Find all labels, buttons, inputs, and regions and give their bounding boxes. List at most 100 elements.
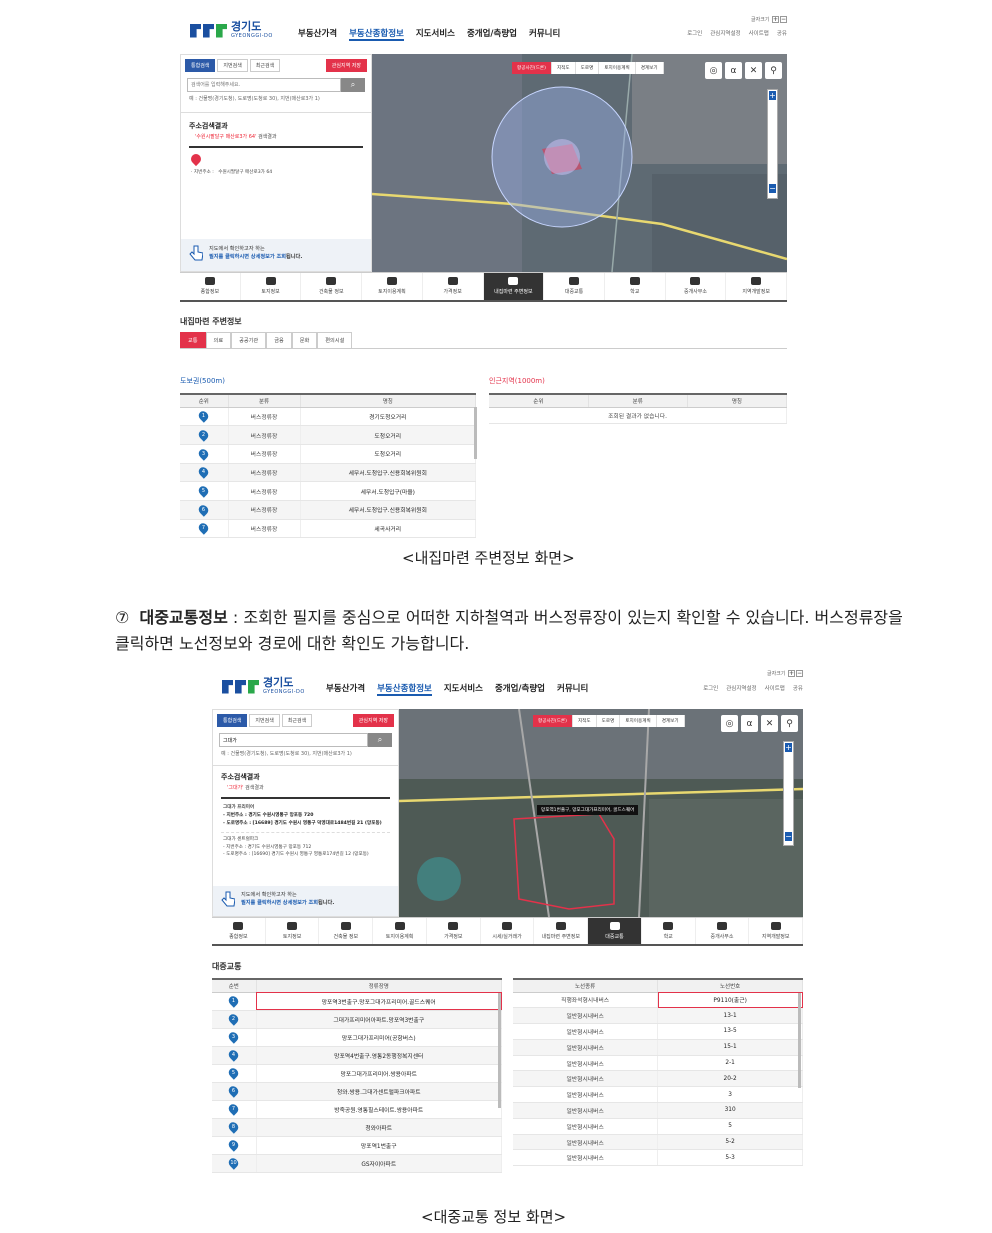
save-favorite-button[interactable]: 관심지역 저장 xyxy=(325,59,367,72)
pin-icon[interactable]: ⚲ xyxy=(765,62,782,79)
search-icon[interactable]: ⌕ xyxy=(368,733,392,747)
interest-area-link[interactable]: 관심지역설정 xyxy=(710,29,740,37)
table-row[interactable]: 일반형시내버스 13-5 xyxy=(513,1023,803,1040)
subtab-finance[interactable]: 금융 xyxy=(266,332,292,348)
login-link[interactable]: 로그인 xyxy=(687,29,702,37)
table-row[interactable]: 일반형시내버스 5-2 xyxy=(513,1134,803,1151)
tab-lot-search[interactable]: 지번검색 xyxy=(249,714,280,727)
zoom-out-icon[interactable]: − xyxy=(785,832,792,841)
zoom-control[interactable]: + − xyxy=(767,89,778,199)
layer-road[interactable]: 도로명 xyxy=(575,62,600,74)
table-row[interactable]: 3 버스정류장 도청오거리 xyxy=(180,444,476,464)
layer-drone[interactable]: 항공사진(드론) xyxy=(533,715,573,727)
nav-item[interactable]: 커뮤니티 xyxy=(529,27,560,41)
category-building[interactable]: 건축물 정보 xyxy=(319,918,374,944)
lot-address[interactable]: · 지번주소 : 수원시팔달구 매산로3가 64 xyxy=(191,170,361,177)
category-nearby[interactable]: 내집마련 주변정보 xyxy=(534,918,589,944)
table-row[interactable]: 9 망포역1번출구 xyxy=(212,1136,502,1155)
nav-item[interactable]: 중개업/측량업 xyxy=(495,682,545,696)
zoom-control[interactable]: + − xyxy=(783,741,794,846)
locate-icon[interactable]: ◎ xyxy=(705,62,722,79)
category-development[interactable]: 지역개발정보 xyxy=(749,918,803,944)
measure-icon[interactable]: α xyxy=(741,715,758,732)
routes-scrollbar[interactable] xyxy=(798,993,801,1088)
table-row[interactable]: 일반형시내버스 5-3 xyxy=(513,1149,803,1167)
zoom-in-icon[interactable]: + xyxy=(785,743,792,752)
zoom-out-icon[interactable]: − xyxy=(769,184,776,193)
pin-icon[interactable]: ⚲ xyxy=(781,715,798,732)
table-row[interactable]: 1 망포역3번출구.망포그대가프리미어.골드스퀘어 xyxy=(212,992,502,1011)
stops-scrollbar[interactable] xyxy=(498,993,501,1108)
category-price[interactable]: 가격정보 xyxy=(427,918,481,944)
search-icon[interactable]: ⌕ xyxy=(341,78,365,92)
share-link[interactable]: 공유 xyxy=(793,684,803,692)
table-row[interactable]: 일반형시내버스 3 xyxy=(513,1086,803,1104)
layer-drone[interactable]: 항공사진(드론) xyxy=(512,62,552,74)
walk-scrollbar[interactable] xyxy=(474,407,477,459)
table-row[interactable]: 8 청와아파트 xyxy=(212,1118,502,1137)
category-transit[interactable]: 대중교통 xyxy=(588,918,642,944)
table-row[interactable]: 4 버스정류장 세무서.도청입구.신용회복위원회 xyxy=(180,463,476,483)
category-overview[interactable]: 종합정보 xyxy=(180,273,241,300)
tab-recent-search[interactable]: 최근검색 xyxy=(249,59,281,72)
table-row[interactable]: 4 망포역4번출구.영통2동행정복지센터 xyxy=(212,1046,502,1065)
category-landuse[interactable]: 토지이용계획 xyxy=(373,918,427,944)
font-size-control[interactable]: 글자크기 + − xyxy=(751,16,787,23)
table-row[interactable]: 1 버스정류장 경기도청오거리 xyxy=(180,407,476,427)
layer-road[interactable]: 도로명 xyxy=(596,715,621,727)
subtab-public[interactable]: 공공기관 xyxy=(231,332,267,348)
sitemap-link[interactable]: 사이트맵 xyxy=(765,684,785,692)
nav-item[interactable]: 지도서비스 xyxy=(416,27,455,41)
category-building[interactable]: 건축물 정보 xyxy=(301,273,363,300)
nav-item[interactable]: 중개업/측량업 xyxy=(467,27,517,41)
category-landuse[interactable]: 토지이용계획 xyxy=(362,273,423,300)
nav-item[interactable]: 부동산가격 xyxy=(298,27,337,41)
category-overview[interactable]: 종합정보 xyxy=(212,918,266,944)
category-development[interactable]: 지역개발정보 xyxy=(726,273,787,300)
tools-icon[interactable]: ✕ xyxy=(745,62,762,79)
table-row[interactable]: 7 버스정류장 세곡사거리 xyxy=(180,519,476,539)
interest-area-link[interactable]: 관심지역설정 xyxy=(726,684,756,692)
subtab-medical[interactable]: 의료 xyxy=(205,332,232,348)
login-link[interactable]: 로그인 xyxy=(703,684,718,692)
layer-landuse[interactable]: 토지이용계획 xyxy=(620,715,657,727)
table-row[interactable]: 일반형시내버스 13-1 xyxy=(513,1007,803,1025)
result-item-title[interactable]: 그대가 프리미어 xyxy=(223,805,388,812)
tab-integrated-search[interactable]: 통합검색 xyxy=(217,714,248,727)
table-row[interactable]: 5 망포그대가프리미어.쌍용아파트 xyxy=(212,1064,502,1083)
table-row[interactable]: 일반형시내버스 5 xyxy=(513,1118,803,1135)
category-school[interactable]: 학교 xyxy=(605,273,666,300)
table-row[interactable]: 6 버스정류장 세무서.도청입구.신용회복위원회 xyxy=(180,500,476,520)
layer-boundary[interactable]: 경계보기 xyxy=(635,62,664,74)
table-row[interactable]: 2 버스정류장 도청오거리 xyxy=(180,425,476,445)
layer-cadastral[interactable]: 지적도 xyxy=(572,715,597,727)
search-input[interactable] xyxy=(219,733,368,747)
table-row[interactable]: 5 버스정류장 세무서.도청입구(마을) xyxy=(180,481,476,501)
tools-icon[interactable]: ✕ xyxy=(761,715,778,732)
category-agency[interactable]: 중개사무소 xyxy=(666,273,727,300)
measure-icon[interactable]: α xyxy=(725,62,742,79)
layer-landuse[interactable]: 토지이용계획 xyxy=(599,62,636,74)
category-land[interactable]: 토지정보 xyxy=(266,918,320,944)
tab-integrated-search[interactable]: 통합검색 xyxy=(185,59,216,72)
table-row[interactable]: 6 청와.쌍용.그대가센트럴파크아파트 xyxy=(212,1082,502,1101)
category-land[interactable]: 토지정보 xyxy=(241,273,302,300)
table-row[interactable]: 7 방죽공원.영통힐스테이트.쌍용아파트 xyxy=(212,1100,502,1119)
category-school[interactable]: 학교 xyxy=(642,918,696,944)
subtab-transport[interactable]: 교통 xyxy=(180,332,206,348)
category-transit[interactable]: 대중교통 xyxy=(544,273,605,300)
table-row[interactable]: 2 그대가프리미어아파트.망포역3번출구 xyxy=(212,1010,502,1029)
aerial-map[interactable]: 항공사진(드론) 지적도 도로명 토지이용계획 경계보기 ◎ α ✕ ⚲ + − xyxy=(372,54,787,272)
table-row[interactable]: 10 GS자이아파트 xyxy=(212,1154,502,1173)
share-link[interactable]: 공유 xyxy=(777,29,787,37)
category-agency[interactable]: 중개사무소 xyxy=(696,918,750,944)
table-row[interactable]: 3 망포그대가프리미어(공항버스) xyxy=(212,1028,502,1047)
nav-item-active[interactable]: 부동산종합정보 xyxy=(349,27,404,41)
category-market-price[interactable]: 시세/실거래가 xyxy=(481,918,535,944)
table-row[interactable]: 일반형시내버스 20-2 xyxy=(513,1070,803,1088)
category-price[interactable]: 가격정보 xyxy=(423,273,484,300)
subtab-culture[interactable]: 문화 xyxy=(291,332,318,348)
table-row[interactable]: 일반형시내버스 15-1 xyxy=(513,1039,803,1056)
layer-boundary[interactable]: 경계보기 xyxy=(656,715,685,727)
tab-recent-search[interactable]: 최근검색 xyxy=(281,714,313,727)
